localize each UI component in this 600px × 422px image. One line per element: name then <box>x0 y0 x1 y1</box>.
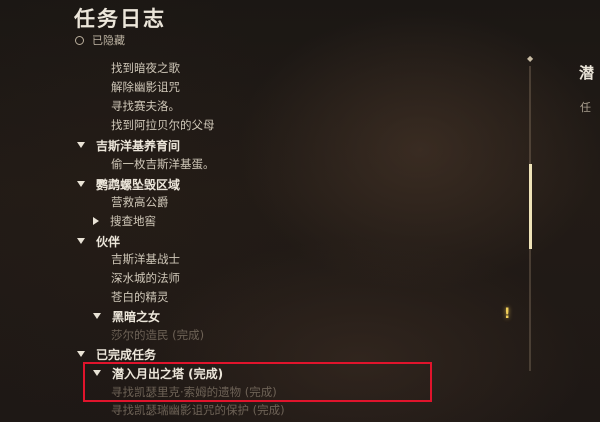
quest-label: 潜入月出之塔 (完成) <box>112 366 224 381</box>
quest-detail-title: 潜 <box>579 64 595 82</box>
quest-detail-subtitle: 任 <box>580 101 591 114</box>
list-item[interactable]: 解除幽影诅咒 <box>111 77 180 97</box>
category-companions[interactable]: 伙伴 <box>77 231 120 251</box>
list-item[interactable]: 找到暗夜之歌 <box>111 58 180 78</box>
scrollbar-thumb[interactable] <box>529 164 532 249</box>
subgroup-search-cellar[interactable]: 搜查地窖 <box>93 211 156 231</box>
category-completed[interactable]: 已完成任务 <box>77 344 156 364</box>
list-item[interactable]: 吉斯洋基战士 <box>111 249 180 269</box>
quest-label: 搜查地窖 <box>110 214 156 228</box>
quest-label: 营救高公爵 <box>111 195 169 209</box>
quest-label: 苍白的精灵 <box>111 290 169 304</box>
quest-label: 偷一枚吉斯洋基蛋。 <box>111 157 215 171</box>
list-item[interactable]: 偷一枚吉斯洋基蛋。 <box>111 154 215 174</box>
quest-label: 深水城的法师 <box>111 271 180 285</box>
list-item[interactable]: 深水城的法师 <box>111 268 180 288</box>
quest-label: 找到阿拉贝尔的父母 <box>111 118 215 132</box>
quest-label: 寻找凯瑟里克·索姆的遗物 (完成) <box>111 385 277 399</box>
exclamation-icon: ! <box>504 306 511 322</box>
quest-list: 找到暗夜之歌 解除幽影诅咒 寻找赛夫洛。 找到阿拉贝尔的父母 吉斯洋基养育间 偷… <box>0 0 440 422</box>
quest-label: 吉斯洋基战士 <box>111 252 180 266</box>
quest-label: 寻找赛夫洛。 <box>111 99 180 113</box>
category-label: 伙伴 <box>96 234 121 249</box>
chevron-down-icon <box>77 351 85 357</box>
category-label: 鹦鹉螺坠毁区域 <box>96 177 181 192</box>
list-item[interactable]: 莎尔的造民 (完成) <box>111 325 204 345</box>
category-githyanki-creche[interactable]: 吉斯洋基养育间 <box>77 135 180 155</box>
category-ruined-area[interactable]: 鹦鹉螺坠毁区域 <box>77 174 180 194</box>
list-item[interactable]: 找到阿拉贝尔的父母 <box>111 115 215 135</box>
subgroup-dark-urge[interactable]: 黑暗之女 <box>93 306 160 326</box>
chevron-right-icon <box>93 217 99 225</box>
quest-label: 寻找凯瑟瑞幽影诅咒的保护 (完成) <box>111 403 285 417</box>
category-label: 已完成任务 <box>96 347 157 362</box>
quest-label: 解除幽影诅咒 <box>111 80 180 94</box>
list-item[interactable]: 寻找凯瑟瑞幽影诅咒的保护 (完成) <box>111 400 285 420</box>
list-item[interactable]: 寻找凯瑟里克·索姆的遗物 (完成) <box>111 382 277 402</box>
chevron-down-icon <box>77 181 85 187</box>
quest-label: 黑暗之女 <box>112 309 161 324</box>
quest-label: 莎尔的造民 (完成) <box>111 328 205 342</box>
subgroup-moonrise[interactable]: 潜入月出之塔 (完成) <box>93 363 223 383</box>
chevron-down-icon <box>77 238 85 244</box>
category-label: 吉斯洋基养育间 <box>96 138 181 153</box>
chevron-down-icon <box>77 142 85 148</box>
list-item[interactable]: 寻找赛夫洛。 <box>111 96 180 116</box>
list-item[interactable]: 苍白的精灵 <box>111 287 169 307</box>
list-item[interactable]: 营救高公爵 <box>111 192 169 212</box>
chevron-down-icon <box>93 370 101 376</box>
quest-label: 找到暗夜之歌 <box>111 61 180 75</box>
diamond-icon: ◆ <box>527 54 534 63</box>
chevron-down-icon <box>93 313 101 319</box>
